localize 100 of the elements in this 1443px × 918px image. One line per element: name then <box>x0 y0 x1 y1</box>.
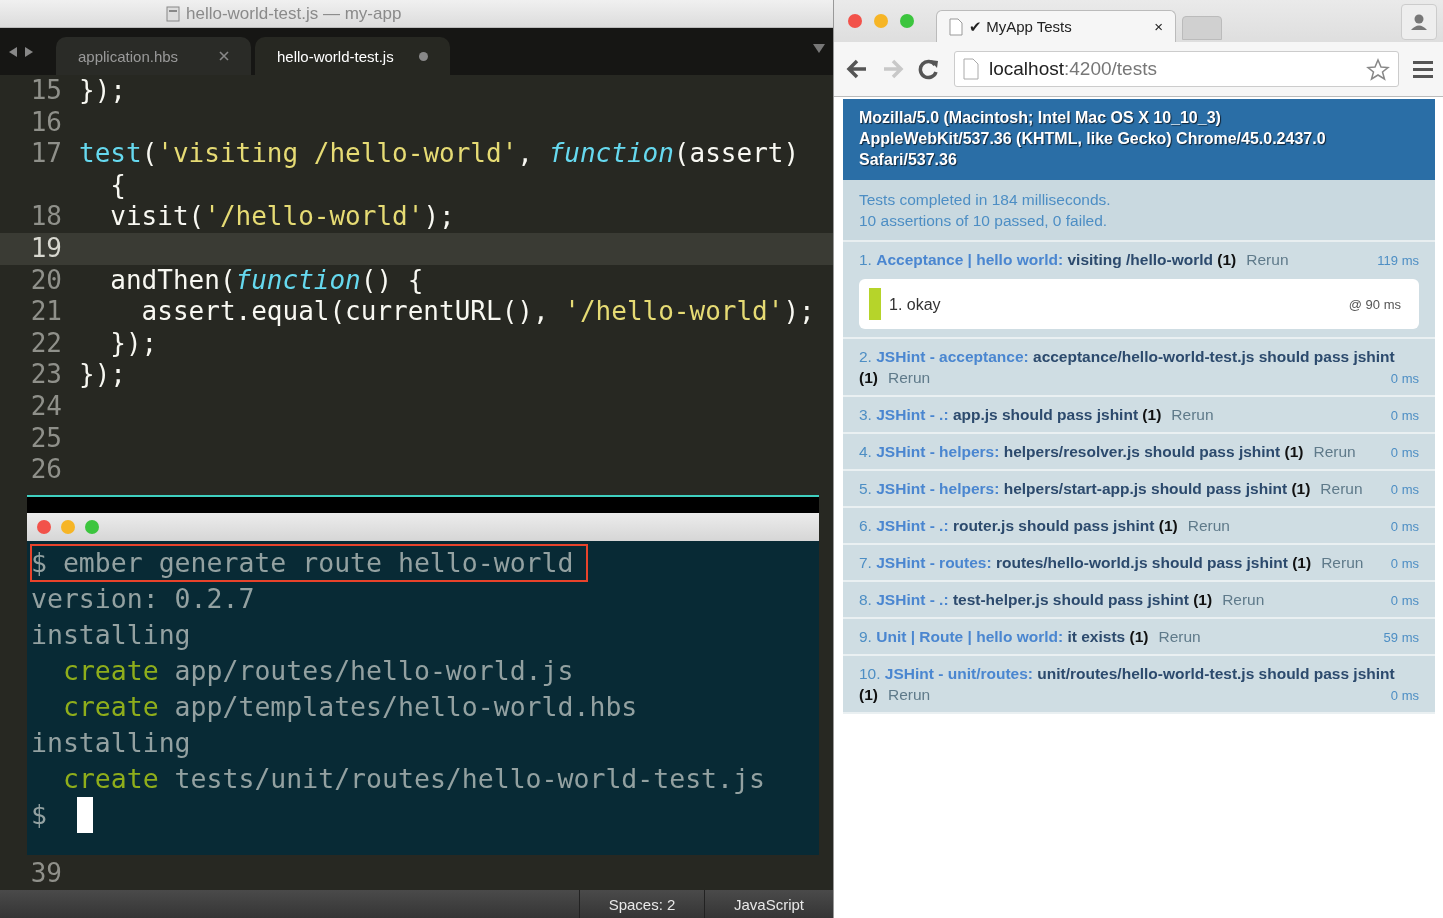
rerun-link[interactable]: Rerun <box>1187 517 1230 534</box>
test-runtime: 0 ms <box>1390 518 1419 536</box>
line-number: 20 <box>29 264 63 297</box>
menu-icon[interactable] <box>1413 59 1433 79</box>
test-item[interactable]: 10. JSHint - unit/routes: unit/routes/hello-world-test.js should pass jshint (1) Rerun 0 ms <box>843 656 1435 714</box>
line-number: 18 <box>29 201 63 233</box>
line-number: 16 <box>29 106 63 139</box>
page-icon <box>949 17 963 36</box>
url-text: localhost:4200/tests <box>989 58 1157 80</box>
test-item[interactable]: 1. Acceptance | hello world: visiting /hello-world (1) Rerun 119 ms 1. okay @ 90 ms <box>843 242 1435 339</box>
close-icon[interactable] <box>219 51 229 61</box>
test-title[interactable]: 10. JSHint - unit/routes: unit/routes/hello-world-test.js should pass jshint <box>859 665 1395 682</box>
test-item[interactable]: 2. JSHint - acceptance: acceptance/hello-world-test.js should pass jshint (1) Rerun 0 ms <box>843 339 1435 397</box>
test-result-banner: Tests completed in 184 milliseconds. 10 assertions of 10 passed, 0 failed. <box>843 180 1435 242</box>
test-title[interactable]: 1. Acceptance | hello world: visiting /hello-world <box>859 251 1218 268</box>
code-line: }); <box>109 327 158 360</box>
terminal-line: installing <box>31 618 192 652</box>
rerun-link[interactable]: Rerun <box>1246 251 1289 268</box>
back-arrow-icon[interactable] <box>846 58 868 80</box>
assertion-count: (1) <box>1142 406 1162 423</box>
zoom-button[interactable] <box>900 14 914 28</box>
left-arrow-icon[interactable] <box>8 45 18 58</box>
test-item[interactable]: 8. JSHint - .: test-helper.js should pass jshint (1) Rerun 0 ms <box>843 582 1435 619</box>
test-title[interactable]: 4. JSHint - helpers: helpers/resolver.js should pass jshint <box>859 443 1285 460</box>
code-line: test('visiting /hello-world', function(assert) <box>79 138 800 170</box>
close-button[interactable] <box>848 14 862 28</box>
test-title[interactable]: 2. JSHint - acceptance: acceptance/hello-world-test.js should pass jshint <box>859 348 1395 365</box>
terminal-line: create app/templates/hello-world.hbs <box>61 690 639 724</box>
assertion-text: 1. okay <box>889 294 942 315</box>
zoom-button[interactable] <box>85 520 99 534</box>
line-number: 21 <box>29 296 63 328</box>
tab-close-button[interactable]: × <box>1154 18 1163 35</box>
rerun-link[interactable]: Rerun <box>1171 406 1214 423</box>
test-title[interactable]: 9. Unit | Route | hello world: it exists <box>859 628 1130 645</box>
test-runtime: 0 ms <box>1390 481 1419 499</box>
browser-tab[interactable]: ✔ MyApp Tests × <box>936 10 1176 42</box>
test-title[interactable]: 5. JSHint - helpers: helpers/start-app.js should pass jshint <box>859 480 1292 497</box>
assertion-count: (1) <box>1158 517 1178 534</box>
code-line: }); <box>79 359 126 391</box>
assertion-count: (1) <box>859 686 878 703</box>
rerun-link[interactable]: Rerun <box>1222 591 1265 608</box>
line-number: 23 <box>29 359 63 391</box>
tab-title: ✔ MyApp Tests <box>969 17 1073 36</box>
line-number: 17 <box>29 138 63 170</box>
terminal-line: version: 0.2.7 <box>31 582 256 616</box>
user-agent-header: Mozilla/5.0 (Macintosh; Intel Mac OS X 10_10_3) AppleWebKit/537.36 (KHTML, like Gecko) Chrome/45.0.2437.0 Safari/537.36 <box>843 99 1435 180</box>
close-button[interactable] <box>37 520 51 534</box>
editor-tab[interactable]: hello-world-test.js <box>255 37 450 75</box>
code-line: assert.equal(currentURL(), '/hello-world'); <box>140 296 815 328</box>
window-title: hello-world-test.js — my-app <box>186 3 402 24</box>
test-title[interactable]: 3. JSHint - .: app.js should pass jshint <box>859 406 1143 423</box>
dropdown-icon[interactable] <box>813 44 825 53</box>
code-line: { <box>109 169 126 202</box>
right-arrow-icon[interactable] <box>24 45 34 58</box>
test-title[interactable]: 7. JSHint - routes: routes/hello-world.js should pass jshint <box>859 554 1293 571</box>
test-runtime: 119 ms <box>1377 252 1419 270</box>
assertion-count: (1) <box>1284 443 1304 460</box>
rerun-link[interactable]: Rerun <box>1158 628 1201 645</box>
test-runtime: 0 ms <box>1390 687 1419 705</box>
pass-marker <box>869 288 881 320</box>
assertion-count: (1) <box>1291 480 1311 497</box>
test-title[interactable]: 6. JSHint - .: router.js should pass jshint <box>859 517 1159 534</box>
code-line: andThen(function() { <box>109 264 424 297</box>
document-icon <box>166 5 180 22</box>
test-runtime: 0 ms <box>1390 370 1419 388</box>
test-runtime: 59 ms <box>1383 629 1419 647</box>
rerun-link[interactable]: Rerun <box>1313 443 1356 460</box>
address-bar[interactable]: localhost:4200/tests <box>954 51 1399 87</box>
text-cursor <box>76 797 93 833</box>
person-icon <box>1410 13 1428 31</box>
assertion-count: (1) <box>1217 251 1237 268</box>
status-item[interactable]: Spaces: 2 <box>579 890 704 918</box>
test-runtime: 0 ms <box>1390 555 1419 573</box>
reload-icon[interactable] <box>918 58 940 80</box>
assertion-count: (1) <box>1129 628 1149 645</box>
test-item[interactable]: 5. JSHint - helpers: helpers/start-app.js should pass jshint (1) Rerun 0 ms <box>843 471 1435 508</box>
test-runtime: 0 ms <box>1390 444 1419 462</box>
assertion-time: @ 90 ms <box>1348 295 1401 314</box>
rerun-link[interactable]: Rerun <box>1320 480 1363 497</box>
code-line: visit('/hello-world'); <box>109 201 455 233</box>
terminal-line: create tests/unit/routes/hello-world-test.js <box>61 762 766 796</box>
test-runtime: 0 ms <box>1390 592 1419 610</box>
test-title[interactable]: 8. JSHint - .: test-helper.js should pass jshint <box>859 591 1194 608</box>
line-number: 22 <box>29 327 63 360</box>
profile-button[interactable] <box>1401 4 1437 40</box>
line-number: 15 <box>29 75 63 107</box>
terminal-line: $ <box>31 798 48 832</box>
test-item[interactable]: 9. Unit | Route | hello world: it exists (1) Rerun 59 ms <box>843 619 1435 656</box>
assertion-count: (1) <box>859 369 878 386</box>
test-runtime: 0 ms <box>1390 407 1419 425</box>
rerun-link[interactable]: Rerun <box>1321 554 1364 571</box>
terminal-line: installing <box>31 726 192 760</box>
star-icon[interactable] <box>1366 57 1390 81</box>
test-item[interactable]: 6. JSHint - .: router.js should pass jshint (1) Rerun 0 ms <box>843 508 1435 545</box>
editor-tab[interactable]: application.hbs <box>56 37 251 75</box>
page-icon <box>963 58 979 80</box>
test-item[interactable]: 7. JSHint - routes: routes/hello-world.js should pass jshint (1) Rerun 0 ms <box>843 545 1435 582</box>
line-number: 25 <box>29 422 63 455</box>
test-item[interactable]: 3. JSHint - .: app.js should pass jshint (1) Rerun 0 ms <box>843 397 1435 434</box>
test-item[interactable]: 4. JSHint - helpers: helpers/resolver.js should pass jshint (1) Rerun 0 ms <box>843 434 1435 471</box>
